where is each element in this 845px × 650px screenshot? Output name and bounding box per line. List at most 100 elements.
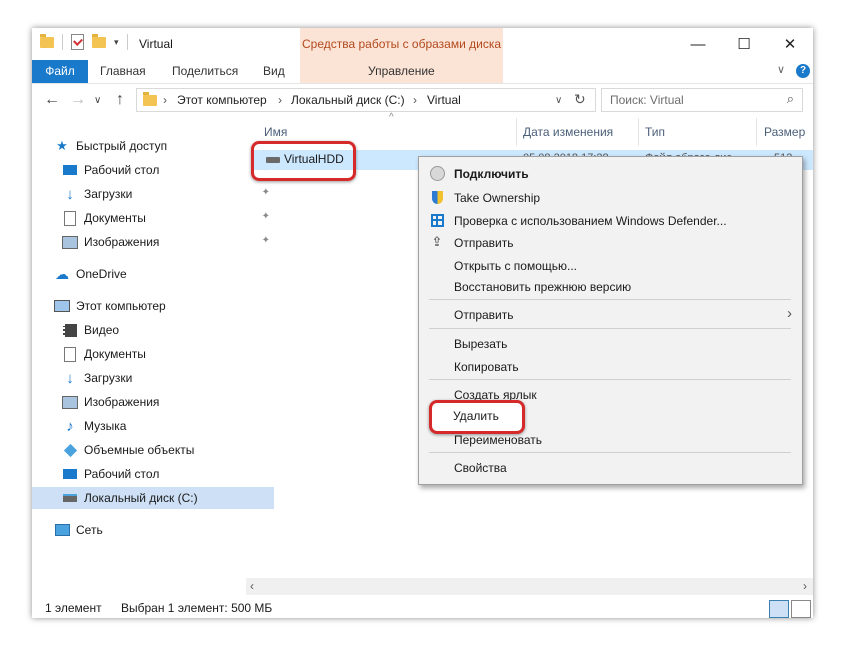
- refresh-icon[interactable]: ↻: [574, 91, 586, 108]
- folder-icon: [143, 92, 157, 106]
- menu-item-cut[interactable]: Вырезать: [454, 337, 507, 351]
- menu-item-open-with[interactable]: Открыть с помощью...: [454, 259, 577, 273]
- breadcrumb-this-pc[interactable]: Этот компьютер: [177, 93, 267, 107]
- contextual-tab-group-title: Средства работы с образами диска: [300, 28, 503, 60]
- tab-share[interactable]: Поделиться: [172, 60, 238, 83]
- desktop-icon: [62, 467, 78, 481]
- address-bar[interactable]: › Этот компьютер › Локальный диск (C:) ›…: [136, 88, 596, 112]
- sidebar-item-documents-pinned[interactable]: Документы ✦: [32, 207, 274, 229]
- up-arrow-icon[interactable]: ↑: [116, 91, 124, 109]
- sidebar-item-downloads[interactable]: ↓ Загрузки: [32, 367, 274, 389]
- sidebar-item-label: Документы: [84, 211, 146, 225]
- sidebar-item-label: Изображения: [84, 395, 160, 409]
- sidebar-item-quick-access[interactable]: ★ Быстрый доступ: [32, 135, 266, 157]
- menu-item-properties[interactable]: Свойства: [454, 461, 507, 475]
- search-icon[interactable]: ⌕: [787, 91, 794, 107]
- column-header-date[interactable]: Дата изменения: [523, 125, 613, 139]
- search-placeholder: Поиск: Virtual: [610, 93, 684, 107]
- shield-icon: [429, 189, 445, 205]
- submenu-arrow-icon: ›: [787, 305, 792, 322]
- document-icon: [62, 346, 78, 362]
- sidebar-item-local-disk[interactable]: Локальный диск (C:): [32, 487, 274, 509]
- column-divider[interactable]: [756, 118, 757, 146]
- menu-item-copy[interactable]: Копировать: [454, 360, 519, 374]
- forward-arrow-icon[interactable]: →: [70, 91, 86, 109]
- minimize-button[interactable]: —: [675, 28, 721, 60]
- ribbon-expand-icon[interactable]: ∨: [777, 63, 785, 76]
- quick-access-toolbar: ▾: [40, 33, 128, 50]
- tab-home[interactable]: Главная: [100, 60, 146, 83]
- sidebar-item-label: Рабочий стол: [84, 467, 160, 481]
- sidebar-item-music[interactable]: ♪ Музыка: [32, 415, 274, 437]
- recent-locations-icon[interactable]: ∨: [94, 95, 101, 106]
- tab-file[interactable]: Файл: [32, 60, 88, 83]
- sidebar-item-label: OneDrive: [76, 267, 127, 281]
- sidebar-item-pictures[interactable]: Изображения: [32, 391, 274, 413]
- sidebar-item-network[interactable]: Сеть: [32, 519, 266, 541]
- column-header-type[interactable]: Тип: [645, 125, 665, 139]
- menu-item-delete-highlighted[interactable]: Удалить: [453, 409, 499, 423]
- sidebar-item-pictures-pinned[interactable]: Изображения ✦: [32, 231, 274, 253]
- sidebar-item-this-pc[interactable]: Этот компьютер: [32, 295, 266, 317]
- sidebar-item-onedrive[interactable]: ☁ OneDrive: [32, 263, 266, 285]
- item-count: 1 элемент: [45, 601, 102, 615]
- menu-item-rename[interactable]: Переименовать: [454, 433, 542, 447]
- details-view-icon[interactable]: [769, 600, 789, 618]
- scroll-left-icon[interactable]: ‹: [250, 579, 254, 593]
- sidebar-item-desktop-pinned[interactable]: Рабочий стол ✦: [32, 159, 274, 181]
- menu-item-send-to[interactable]: Отправить: [454, 308, 514, 322]
- menu-item-restore-previous[interactable]: Восстановить прежнюю версию: [454, 280, 631, 294]
- column-header-size[interactable]: Размер: [764, 125, 805, 139]
- toolbar-divider: [126, 34, 128, 50]
- disc-icon: [429, 165, 445, 181]
- star-icon: ★: [56, 138, 68, 153]
- tab-manage[interactable]: Управление: [368, 60, 435, 83]
- new-folder-icon[interactable]: [92, 33, 106, 48]
- sidebar-item-documents[interactable]: Документы: [32, 343, 274, 365]
- sidebar-item-video[interactable]: Видео: [32, 319, 274, 341]
- cloud-icon: ☁: [55, 265, 69, 282]
- back-arrow-icon[interactable]: ←: [44, 91, 60, 109]
- sidebar-item-downloads-pinned[interactable]: ↓ Загрузки ✦: [32, 183, 274, 205]
- network-icon: [54, 523, 70, 537]
- computer-icon: [54, 299, 70, 313]
- sidebar-item-desktop[interactable]: Рабочий стол: [32, 463, 274, 485]
- desktop-icon: [62, 163, 78, 177]
- close-button[interactable]: ✕: [767, 28, 813, 60]
- ribbon-tabs: Файл Главная Поделиться Вид Управление ∨…: [32, 60, 813, 84]
- address-dropdown-icon[interactable]: ∨: [555, 95, 562, 106]
- sidebar-item-label: Музыка: [84, 419, 127, 433]
- maximize-button[interactable]: ☐: [721, 28, 767, 60]
- sidebar-item-label: Локальный диск (C:): [84, 491, 198, 505]
- tab-view[interactable]: Вид: [263, 60, 285, 83]
- breadcrumb-separator-icon[interactable]: ›: [278, 93, 282, 107]
- column-divider[interactable]: [516, 118, 517, 146]
- folder-icon[interactable]: [40, 33, 54, 48]
- large-icons-view-icon[interactable]: [791, 600, 811, 618]
- download-icon: ↓: [66, 185, 74, 203]
- help-icon[interactable]: ?: [796, 64, 810, 78]
- sidebar-item-3d-objects[interactable]: Объемные объекты: [32, 439, 274, 461]
- breadcrumb-virtual[interactable]: Virtual: [427, 93, 461, 107]
- context-menu: Подключить Take Ownership Проверка с исп…: [418, 156, 803, 485]
- customize-toolbar-icon[interactable]: ▾: [114, 37, 119, 48]
- breadcrumb-separator-icon[interactable]: ›: [413, 93, 417, 107]
- search-input[interactable]: Поиск: Virtual ⌕: [601, 88, 803, 112]
- column-divider[interactable]: [638, 118, 639, 146]
- menu-item-mount[interactable]: Подключить: [454, 167, 529, 181]
- document-icon: [62, 210, 78, 226]
- sidebar-item-label: Загрузки: [84, 187, 133, 201]
- navigation-pane: ★ Быстрый доступ Рабочий стол ✦ ↓ Загруз…: [32, 118, 274, 588]
- column-header-name[interactable]: Имя: [264, 125, 287, 139]
- breadcrumb-separator-icon[interactable]: ›: [163, 93, 167, 107]
- horizontal-scrollbar[interactable]: ‹ ›: [246, 578, 813, 595]
- menu-item-share[interactable]: Отправить: [454, 236, 514, 250]
- status-bar: 1 элемент Выбран 1 элемент: 500 МБ: [32, 598, 813, 618]
- sort-up-icon: ^: [389, 112, 394, 123]
- menu-item-defender-scan[interactable]: Проверка с использованием Windows Defend…: [454, 214, 727, 228]
- sidebar-item-label: Этот компьютер: [76, 299, 166, 313]
- menu-item-take-ownership[interactable]: Take Ownership: [454, 191, 540, 205]
- breadcrumb-local-disk[interactable]: Локальный диск (C:): [291, 93, 405, 107]
- scroll-right-icon[interactable]: ›: [803, 579, 807, 593]
- properties-icon[interactable]: [71, 34, 84, 50]
